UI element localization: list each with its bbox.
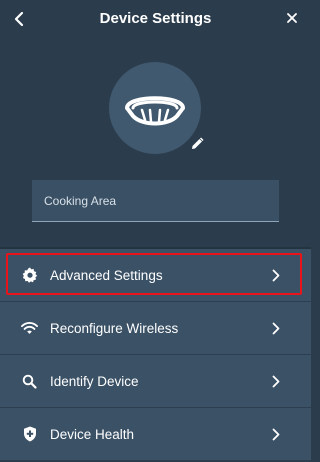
chevron-right-icon [271,374,281,388]
device-image [109,62,201,154]
smoke-detector-icon [125,96,185,126]
gear-icon [21,267,38,284]
menu-item-advanced-settings[interactable]: Advanced Settings [0,249,311,302]
settings-menu: Advanced Settings Reconfigure Wireless I… [0,249,311,461]
shield-plus-icon [21,426,38,443]
pencil-icon [192,137,204,149]
close-icon [287,13,297,23]
menu-item-identify-device[interactable]: Identify Device [0,355,311,408]
menu-item-device-health[interactable]: Device Health [0,408,311,461]
search-icon [21,373,38,390]
menu-item-label: Identify Device [50,373,139,389]
device-name-value: Cooking Area [44,193,117,208]
chevron-right-icon [271,268,281,282]
menu-item-label: Advanced Settings [50,267,163,283]
page-title: Device Settings [99,10,212,27]
wifi-icon [21,320,38,337]
top-bar: Device Settings [0,0,311,38]
menu-item-reconfigure-wireless[interactable]: Reconfigure Wireless [0,302,311,355]
device-name-field[interactable]: Cooking Area [32,180,279,222]
menu-item-label: Reconfigure Wireless [50,320,179,336]
edit-button[interactable] [190,137,206,153]
close-button[interactable] [284,10,300,26]
chevron-right-icon [271,321,281,335]
header-panel: Device Settings Cooking Area [0,0,311,247]
menu-item-label: Device Health [50,426,135,442]
chevron-right-icon [271,427,281,441]
